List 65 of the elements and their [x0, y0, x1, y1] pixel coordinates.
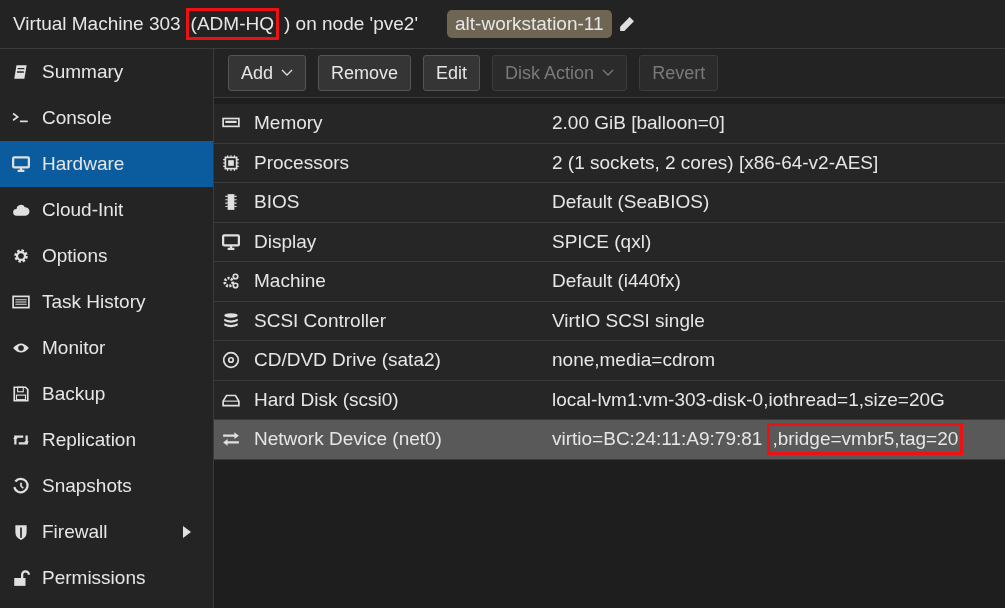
sidebar-item[interactable]: Permissions	[0, 555, 213, 601]
table-cell-text: SPICE (qxl)	[551, 229, 653, 254]
table-cell: Processors	[254, 151, 350, 174]
caret-icon	[602, 69, 615, 77]
table-cell: Hard Disk (scsi0)	[254, 388, 399, 411]
table-cell: BIOS	[254, 191, 300, 214]
list-icon	[12, 293, 30, 311]
exchange-icon	[222, 430, 240, 449]
toolbar-button[interactable]: Add	[228, 55, 307, 91]
unlock-icon	[12, 569, 30, 587]
expand-arrow-icon[interactable]	[181, 525, 193, 539]
monitor-icon	[222, 232, 240, 251]
disc-icon	[222, 351, 240, 370]
table-cell-text: Default (i440fx)	[551, 269, 682, 294]
table-cell-text: local-lvm1:vm-303-disk-0,iothread=1,size=20G	[551, 387, 946, 412]
window-title: Virtual Machine 303	[12, 12, 182, 36]
toolbar-button[interactable]: Edit	[423, 55, 481, 91]
toolbar-button[interactable]: Remove	[318, 55, 412, 91]
history-icon	[12, 477, 30, 495]
table-cell-text: none,media=cdrom	[551, 348, 717, 373]
monitor-icon	[12, 155, 30, 173]
table-row[interactable]: CD/DVD Drive (sata2) none,media=cdrom	[214, 341, 1005, 381]
table-cell-text: 2 (1 sockets, 2 cores) [x86-64-v2-AES]	[551, 150, 880, 175]
table-row[interactable]: Processors 2 (1 sockets, 2 cores) [x86-64-v2-AES]	[214, 143, 1005, 183]
database-icon	[222, 311, 240, 330]
table-cell: Display	[254, 230, 317, 253]
pencil-icon[interactable]	[617, 15, 635, 33]
table-cell-text: Default (SeaBIOS)	[551, 190, 711, 215]
table-cell: Network Device (net0)	[254, 428, 442, 451]
sidebar-item[interactable]: Task History	[0, 279, 213, 325]
sidebar-item[interactable]: Options	[0, 233, 213, 279]
gear-icon	[12, 247, 30, 265]
table-cell-text: 2.00 GiB [balloon=0]	[551, 111, 726, 136]
sidebar-item[interactable]: Hardware	[0, 141, 213, 187]
table-row[interactable]: Display SPICE (qxl)	[214, 222, 1005, 262]
table-cell: CD/DVD Drive (sata2)	[254, 349, 441, 372]
sidebar-item[interactable]: Snapshots	[0, 463, 213, 509]
highlighted-text: ,bridge=vmbr5,tag=20	[767, 423, 964, 456]
chip-icon	[222, 153, 240, 172]
table-cell-text: VirtIO SCSI single	[551, 308, 706, 333]
sidebar-item[interactable]: Cloud-Init	[0, 187, 213, 233]
shield-icon	[12, 523, 30, 541]
table-row[interactable]: Network Device (net0) virtio=BC:24:11:A9:79:81 ,bridge=vmbr5,tag=20	[214, 420, 1005, 460]
sidebar-item[interactable]: Replication	[0, 417, 213, 463]
window-title: ) on node 'pve2'	[283, 12, 419, 36]
floppy-icon	[12, 385, 30, 403]
table-cell: SCSI Controller	[254, 309, 386, 332]
caret-icon	[281, 69, 294, 77]
table-cell: Machine	[254, 270, 326, 293]
table-row[interactable]: BIOS Default (SeaBIOS)	[214, 183, 1005, 223]
table-cell-text: virtio=BC:24:11:A9:79:81	[551, 427, 764, 452]
sidebar-item[interactable]: Firewall	[0, 509, 213, 555]
sidebar-item[interactable]: Monitor	[0, 325, 213, 371]
table-row[interactable]: Machine Default (i440fx)	[214, 262, 1005, 302]
table-row[interactable]: Memory 2.00 GiB [balloon=0]	[214, 104, 1005, 144]
table-cell: Memory	[254, 112, 323, 135]
highlighted-title-text: (ADM-HQ	[185, 8, 279, 40]
table-row[interactable]: Hard Disk (scsi0) local-lvm1:vm-303-disk-0,iothread=1,size=20G	[214, 380, 1005, 420]
sidebar-item[interactable]: Backup	[0, 371, 213, 417]
table-row[interactable]: SCSI Controller VirtIO SCSI single	[214, 301, 1005, 341]
sidebar-item[interactable]: Summary	[0, 49, 213, 95]
chip-icon	[222, 193, 240, 212]
sidebar-item[interactable]: Console	[0, 95, 213, 141]
book-icon	[12, 63, 30, 81]
tag: alt-workstation-11	[447, 10, 612, 38]
